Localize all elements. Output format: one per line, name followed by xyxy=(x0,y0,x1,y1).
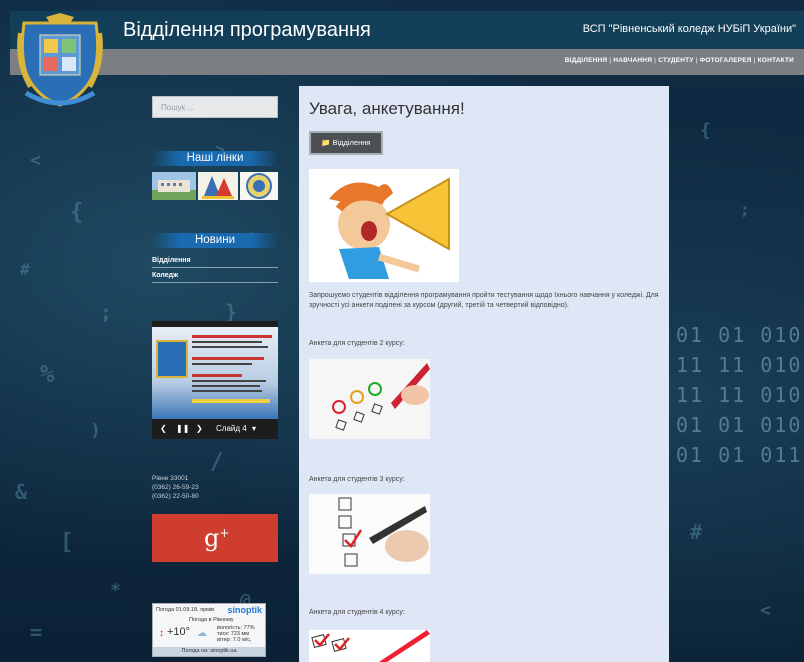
chevron-down-icon[interactable]: ▾ xyxy=(252,424,256,433)
weather-widget[interactable]: Погода 01.09.18, ярмів sinoptik Погода в… xyxy=(152,603,266,657)
contact-info: Рівне 33001 (0362) 26-59-23 (0362) 22-50… xyxy=(152,475,199,500)
college-name[interactable]: ВСП "Рівненський коледж НУБіП України" xyxy=(583,23,796,35)
folder-icon: 📁 xyxy=(321,138,331,147)
college-crest-logo[interactable] xyxy=(16,13,104,109)
nav-item-gallery[interactable]: ФОТОГАЛЕРЕЯ xyxy=(700,57,752,64)
slider-next-icon[interactable]: ❯ xyxy=(196,424,203,433)
slider-controls: ❮ ❚❚ ❯ Слайд 4 ▾ xyxy=(152,419,278,439)
google-plus-icon: g+ xyxy=(204,524,230,552)
image-slider: ❮ ❚❚ ❯ Слайд 4 ▾ xyxy=(152,321,278,439)
site-header: Відділення програмування ВСП "Рівненськи… xyxy=(10,11,804,49)
college-emblem-link[interactable] xyxy=(198,172,238,200)
university-seal-link[interactable] xyxy=(240,172,278,200)
nav-item-study[interactable]: НАВЧАННЯ xyxy=(613,57,652,64)
news-item-college[interactable]: Коледж xyxy=(152,272,278,283)
partner-links xyxy=(152,172,278,200)
megaphone-illustration xyxy=(309,169,459,282)
site-title[interactable]: Відділення програмування xyxy=(123,19,371,42)
temperature-value: +10° xyxy=(167,626,191,638)
slide-image[interactable] xyxy=(152,327,278,419)
slide-banner-graphic xyxy=(156,335,272,403)
article-intro: Запрошуємо студентів відділення програму… xyxy=(309,292,659,309)
slider-prev-icon[interactable]: ❮ xyxy=(160,424,167,433)
slide-selector[interactable]: Слайд 4 xyxy=(216,424,247,433)
survey-2-label[interactable]: Анкета для студентів 2 курсу: xyxy=(309,339,405,349)
article-content: Увага, анкетування! 📁 Відділення Запрошу… xyxy=(299,86,669,662)
news-heading: Новини xyxy=(152,233,278,248)
survey-3-label[interactable]: Анкета для студентів 3 курсу: xyxy=(309,475,405,485)
college-building-link[interactable] xyxy=(152,172,196,200)
survey-4-image[interactable] xyxy=(309,630,430,662)
main-navigation: ВІДДІЛЕННЯ | НАВЧАННЯ | СТУДЕНТУ | ФОТОГАЛЕРЕЯ… xyxy=(10,49,804,75)
nav-item-student[interactable]: СТУДЕНТУ xyxy=(658,57,694,64)
slider-pause-icon[interactable]: ❚❚ xyxy=(176,424,189,433)
survey-2-image[interactable] xyxy=(309,359,430,439)
nav-item-contacts[interactable]: КОНТАКТИ xyxy=(758,57,794,64)
links-heading: Наші лінки xyxy=(152,151,278,166)
news-item-department[interactable]: Відділення xyxy=(152,257,278,268)
article-title[interactable]: Увага, анкетування! xyxy=(309,99,465,119)
nav-item-department[interactable]: ВІДДІЛЕННЯ xyxy=(565,57,608,64)
sinoptik-logo: sinoptik xyxy=(227,605,262,615)
cloud-icon: ☁ xyxy=(197,628,207,639)
category-button[interactable]: 📁 Відділення xyxy=(309,131,383,155)
survey-3-image[interactable] xyxy=(309,494,430,574)
google-plus-button[interactable]: g+ xyxy=(152,514,278,562)
search-input[interactable]: Пошук ... xyxy=(152,96,278,118)
thermometer-icon: ↕ xyxy=(159,628,164,639)
survey-4-label[interactable]: Анкета для студентів 4 курсу: xyxy=(309,608,405,618)
binary-decoration: 01 01 0101 11 11 0101 11 11 0101 01 01 0… xyxy=(676,323,804,467)
